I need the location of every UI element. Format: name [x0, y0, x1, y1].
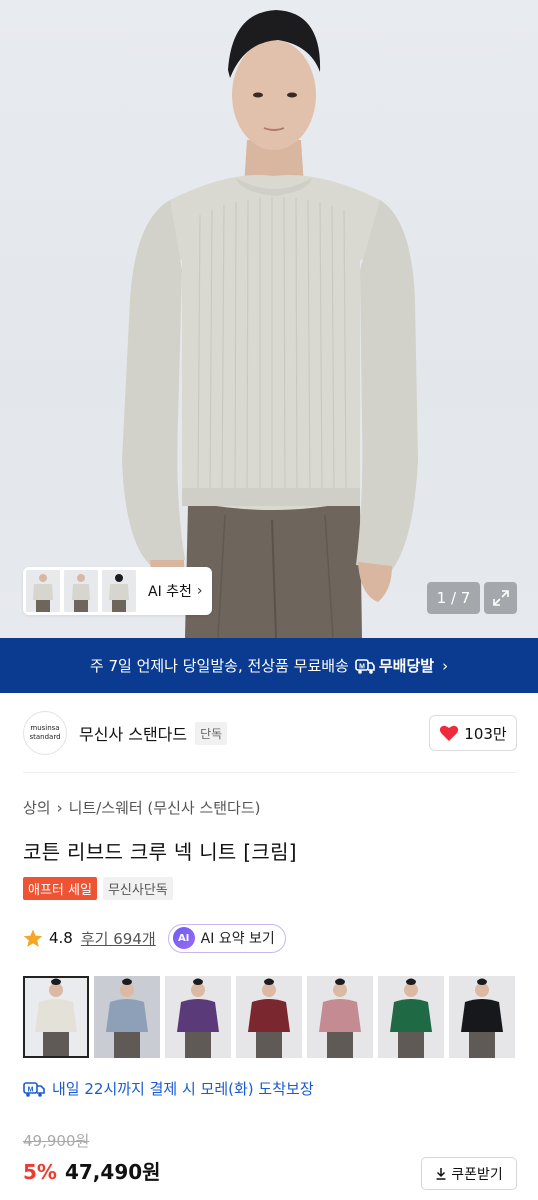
delivery-truck-icon: M [355, 658, 375, 674]
original-price: 49,900원 [23, 1132, 90, 1150]
thumbnail-strip[interactable]: AI 추천 › [23, 567, 212, 615]
ai-recommend-label: AI 추천 [148, 584, 192, 600]
like-count: 103만 [464, 724, 507, 743]
sale-badge: 애프터 세일 [23, 877, 97, 900]
product-image-gallery[interactable]: AI 추천 › 1 / 7 [0, 0, 538, 638]
brand-row[interactable]: musinsa standard 무신사 스탠다드 단독 103만 [23, 710, 517, 756]
discount-rate: 5% [23, 1160, 57, 1184]
banner-brand-label: 무배당발 [378, 657, 435, 675]
color-options [23, 976, 538, 1058]
coupon-button[interactable]: 쿠폰받기 [421, 1157, 517, 1190]
divider [23, 772, 517, 773]
delivery-truck-icon: M [23, 1081, 45, 1097]
brand-logo-text: standard [29, 733, 61, 741]
like-button[interactable]: 103만 [429, 715, 517, 751]
gallery-thumbnail[interactable] [102, 570, 136, 612]
brand-logo-text: musinsa [30, 724, 60, 732]
free-shipping-banner[interactable]: 주 7일 언제나 당일발송, 전상품 무료배송 M 무배당발 › [0, 638, 538, 693]
color-option[interactable] [165, 976, 231, 1058]
image-counter: 1 / 7 [427, 582, 480, 614]
brand-name[interactable]: 무신사 스탠다드 [79, 721, 187, 745]
color-option[interactable] [23, 976, 89, 1058]
ai-summary-button[interactable]: AI AI 요약 보기 [167, 923, 286, 953]
ai-summary-label: AI 요약 보기 [200, 931, 275, 947]
delivery-guarantee: M 내일 22시까지 결제 시 모레(화) 도착보장 [23, 1078, 314, 1099]
ai-badge-icon: AI [172, 927, 195, 949]
download-icon [436, 1168, 446, 1180]
svg-text:M: M [28, 1086, 34, 1093]
svg-text:M: M [359, 663, 365, 670]
color-option[interactable] [378, 976, 444, 1058]
color-option[interactable] [236, 976, 302, 1058]
color-option[interactable] [449, 976, 515, 1058]
coupon-label: 쿠폰받기 [451, 1166, 503, 1183]
chevron-right-icon: › [56, 798, 63, 817]
breadcrumb-item[interactable]: 상의 [23, 797, 51, 818]
color-option[interactable] [94, 976, 160, 1058]
exclusive-badge: 무신사단독 [102, 877, 173, 900]
heart-icon [440, 725, 459, 741]
price-row: 5% 47,490원 [23, 1156, 161, 1185]
breadcrumb-item[interactable]: 니트/스웨터 (무신사 스탠다드) [69, 797, 261, 818]
product-title: 코튼 리브드 크루 넥 니트 [크림] [23, 840, 297, 864]
color-option[interactable] [307, 976, 373, 1058]
gallery-thumbnail[interactable] [64, 570, 98, 612]
rating-value: 4.8 [49, 929, 73, 947]
final-price: 47,490원 [64, 1160, 161, 1184]
banner-text: 주 7일 언제나 당일발송, 전상품 무료배송 [89, 657, 349, 675]
delivery-text: 내일 22시까지 결제 시 모레(화) 도착보장 [52, 1080, 314, 1098]
exclusive-badge: 단독 [195, 721, 228, 745]
rating-row: 4.8 후기 694개 AI AI 요약 보기 [23, 923, 286, 953]
ai-recommend-button[interactable]: AI 추천 › [148, 581, 203, 601]
chevron-right-icon: › [196, 583, 203, 599]
expand-icon[interactable] [484, 582, 517, 614]
star-icon [23, 929, 43, 947]
gallery-thumbnail[interactable] [26, 570, 60, 612]
chevron-right-icon: › [442, 656, 449, 675]
product-tags: 애프터 세일 무신사단독 [23, 877, 173, 900]
banner-brand: M 무배당발 [355, 655, 434, 676]
product-photo [122, 10, 418, 638]
brand-logo[interactable]: musinsa standard [23, 711, 67, 755]
reviews-link[interactable]: 후기 694개 [81, 928, 156, 949]
breadcrumb: 상의 › 니트/스웨터 (무신사 스탠다드) [23, 797, 261, 818]
